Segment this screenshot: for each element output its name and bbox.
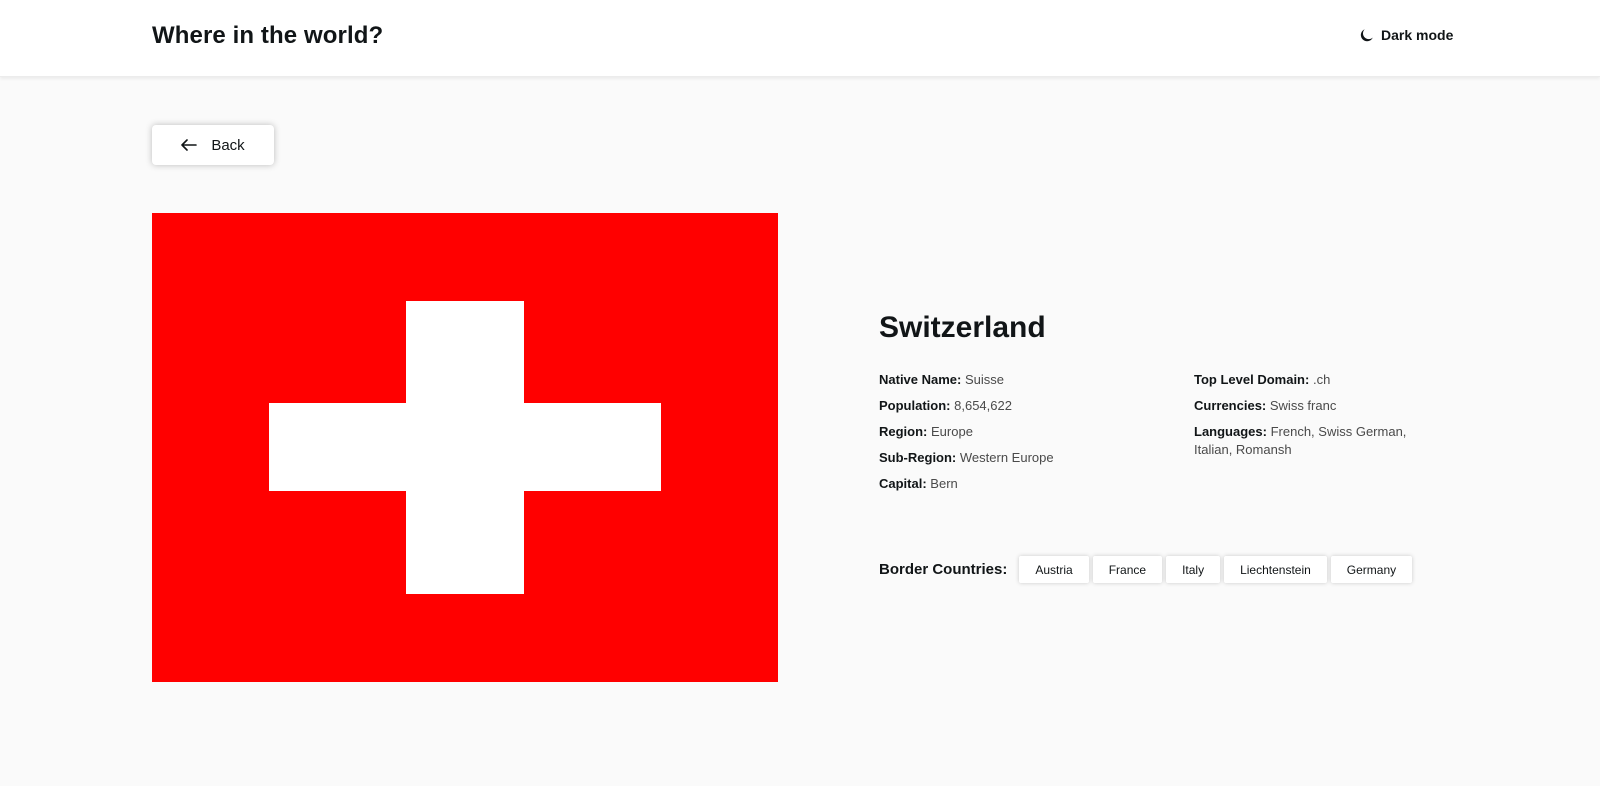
border-country-germany[interactable]: Germany <box>1330 556 1413 583</box>
border-countries: Border Countries: Austria France Italy L… <box>879 556 1416 583</box>
arrow-left-icon <box>181 139 198 151</box>
moon-icon <box>1360 28 1374 42</box>
detail-top-level-domain: Top Level Domain: .ch <box>1194 371 1444 389</box>
detail-languages: Languages: French, Swiss German, Italian… <box>1194 423 1444 459</box>
detail-value: Swiss franc <box>1269 398 1337 413</box>
detail-label: Population: <box>879 398 951 413</box>
detail-label: Currencies: <box>1194 398 1267 413</box>
detail-value: Europe <box>931 424 973 439</box>
border-country-liechtenstein[interactable]: Liechtenstein <box>1224 556 1327 583</box>
detail-population: Population: 8,654,622 <box>879 397 1159 415</box>
back-button[interactable]: Back <box>152 125 274 165</box>
details-left-column: Native Name: Suisse Population: 8,654,62… <box>879 371 1159 501</box>
detail-sub-region: Sub-Region: Western Europe <box>879 449 1159 467</box>
detail-label: Languages: <box>1194 424 1267 439</box>
border-countries-label: Border Countries: <box>879 561 1008 578</box>
detail-value: Western Europe <box>959 450 1054 465</box>
site-header: Where in the world? Dark mode <box>0 0 1600 77</box>
details-right-column: Top Level Domain: .ch Currencies: Swiss … <box>1194 371 1444 467</box>
detail-capital: Capital: Bern <box>879 475 1159 493</box>
detail-region: Region: Europe <box>879 423 1159 441</box>
back-button-label: Back <box>211 136 245 154</box>
detail-currencies: Currencies: Swiss franc <box>1194 397 1444 415</box>
detail-label: Sub-Region: <box>879 450 957 465</box>
detail-label: Top Level Domain: <box>1194 372 1310 387</box>
flag-cross-horizontal <box>269 403 661 491</box>
dark-mode-toggle[interactable]: Dark mode <box>1360 27 1453 43</box>
detail-value: .ch <box>1312 372 1331 387</box>
detail-label: Region: <box>879 424 928 439</box>
detail-label: Capital: <box>879 476 927 491</box>
border-country-italy[interactable]: Italy <box>1166 556 1221 583</box>
border-country-austria[interactable]: Austria <box>1019 556 1089 583</box>
detail-label: Native Name: <box>879 372 962 387</box>
detail-value: 8,654,622 <box>954 398 1012 413</box>
country-name: Switzerland <box>879 311 1046 344</box>
detail-value: Suisse <box>965 372 1005 387</box>
app-title: Where in the world? <box>152 22 384 49</box>
dark-mode-label: Dark mode <box>1381 27 1454 43</box>
detail-native-name: Native Name: Suisse <box>879 371 1159 389</box>
country-flag <box>152 213 778 682</box>
detail-value: Bern <box>930 476 958 491</box>
border-country-france[interactable]: France <box>1092 556 1163 583</box>
